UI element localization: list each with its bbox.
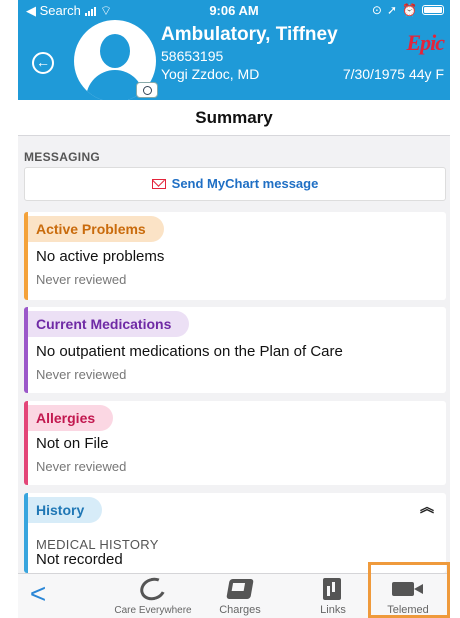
tab-care-everywhere-label: Care Everywhere xyxy=(114,605,192,616)
active-problems-card[interactable]: Active Problems No active problems Never… xyxy=(24,212,446,300)
patient-name: Ambulatory, Tiffney xyxy=(161,24,338,45)
tab-charges[interactable]: Charges xyxy=(208,576,272,618)
patient-header: ◀ Search ⌔ 9:06 AM ⊙ ➚ ⏰ ← Ambulatory, T… xyxy=(18,0,450,102)
allergies-reviewed: Never reviewed xyxy=(36,459,127,474)
status-right: ⊙ ➚ ⏰ xyxy=(372,3,444,17)
back-arrow-icon[interactable]: ← xyxy=(32,52,54,74)
lock-rotation-icon: ⊙ xyxy=(371,3,382,17)
patient-mrn: 58653195 xyxy=(161,48,224,64)
telemed-highlight-box xyxy=(368,562,450,618)
messaging-section-label: MESSAGING xyxy=(24,150,101,164)
charges-icon xyxy=(226,579,254,599)
provider-name: Yogi Zzdoc, MD xyxy=(161,66,260,82)
current-medications-title: Current Medications xyxy=(28,311,190,337)
send-mychart-message-label: Send MyChart message xyxy=(171,176,319,191)
tabbar-back-button[interactable]: < xyxy=(24,576,52,618)
mail-icon xyxy=(151,179,166,189)
status-bar: ◀ Search ⌔ 9:06 AM ⊙ ➚ ⏰ xyxy=(18,0,450,22)
collapse-chevron-icon[interactable]: ︽ xyxy=(420,500,434,514)
active-problems-reviewed: Never reviewed xyxy=(36,272,127,287)
current-medications-card[interactable]: Current Medications No outpatient medica… xyxy=(24,307,446,393)
current-medications-value: No outpatient medications on the Plan of… xyxy=(36,343,343,360)
camera-icon[interactable] xyxy=(136,82,158,98)
active-problems-title: Active Problems xyxy=(28,216,164,242)
tab-charges-label: Charges xyxy=(219,604,261,616)
history-title: History xyxy=(28,497,103,523)
history-card[interactable]: History ︽ MEDICAL HISTORY Not recorded xyxy=(24,493,446,573)
current-medications-reviewed: Never reviewed xyxy=(36,367,127,382)
medical-history-value: Not recorded xyxy=(36,551,123,568)
allergies-card[interactable]: Allergies Not on File Never reviewed xyxy=(24,401,446,485)
page-title: Summary xyxy=(18,100,450,136)
medical-history-heading: MEDICAL HISTORY xyxy=(36,537,159,552)
tab-care-everywhere[interactable]: Care Everywhere xyxy=(110,574,196,618)
links-icon xyxy=(323,578,341,600)
epic-logo: Epic xyxy=(406,30,445,55)
location-icon: ➚ xyxy=(386,3,398,17)
active-problems-value: No active problems xyxy=(36,248,165,265)
phone-screen: ◀ Search ⌔ 9:06 AM ⊙ ➚ ⏰ ← Ambulatory, T… xyxy=(18,0,450,618)
tab-links-label: Links xyxy=(320,604,346,616)
alarm-icon: ⏰ xyxy=(402,3,417,17)
care-everywhere-icon xyxy=(137,574,169,604)
patient-dob-age: 7/30/1975 44y F xyxy=(342,66,444,82)
send-mychart-message-button[interactable]: Send MyChart message xyxy=(24,167,446,201)
allergies-title: Allergies xyxy=(28,405,114,431)
battery-icon xyxy=(422,5,444,15)
tab-links[interactable]: Links xyxy=(303,576,363,618)
allergies-value: Not on File xyxy=(36,435,109,452)
